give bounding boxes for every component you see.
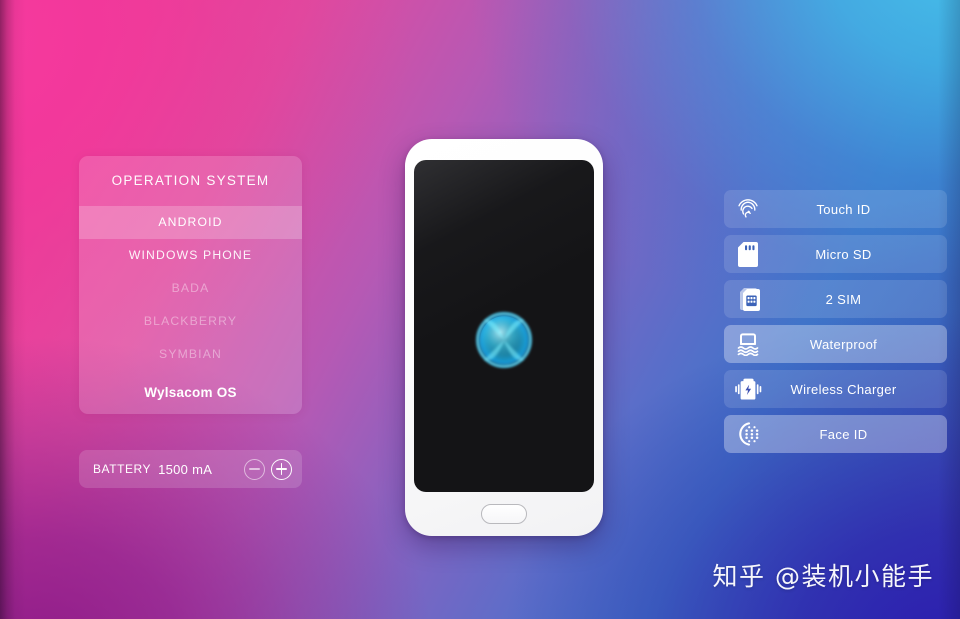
home-button-icon[interactable]: [481, 504, 527, 524]
feature-row-face-id[interactable]: Face ID: [724, 415, 947, 453]
wireless-charger-icon: [726, 370, 770, 408]
os-option-windows-phone[interactable]: WINDOWS PHONE: [79, 239, 302, 272]
battery-stepper-group: [244, 458, 292, 480]
feature-row-2-sim[interactable]: 2 SIM: [724, 280, 947, 318]
feature-label-wireless-charger: Wireless Charger: [790, 381, 897, 397]
blue-orb-icon: [476, 312, 532, 368]
feature-label-micro-sd: Micro SD: [815, 246, 872, 262]
operation-system-panel: OPERATION SYSTEM ANDROID WINDOWS PHONE B…: [79, 156, 302, 414]
feature-label-face-id: Face ID: [819, 426, 868, 442]
minus-circle-icon[interactable]: [244, 458, 265, 480]
os-option-symbian[interactable]: SYMBIAN: [79, 338, 302, 371]
operation-system-title: OPERATION SYSTEM: [111, 173, 270, 188]
app-root: OPERATION SYSTEM ANDROID WINDOWS PHONE B…: [0, 0, 960, 619]
waterproof-icon: [726, 325, 770, 363]
os-option-blackberry[interactable]: BLACKBERRY: [79, 305, 302, 338]
feature-label-touch-id: Touch ID: [816, 201, 871, 217]
feature-row-touch-id[interactable]: Touch ID: [724, 190, 947, 228]
battery-label: BATTERY: [93, 462, 152, 476]
sd-card-icon: [726, 235, 770, 273]
plus-circle-icon[interactable]: [271, 458, 292, 480]
phone-mockup: [405, 139, 603, 536]
battery-panel: BATTERY 1500 mA: [79, 450, 302, 488]
os-option-wylsacom-os[interactable]: Wylsacom OS: [79, 376, 302, 409]
battery-value: 1500 mA: [158, 461, 213, 477]
feature-label-waterproof: Waterproof: [809, 336, 878, 352]
fingerprint-icon: [726, 190, 770, 228]
feature-row-wireless-charger[interactable]: Wireless Charger: [724, 370, 947, 408]
feature-row-micro-sd[interactable]: Micro SD: [724, 235, 947, 273]
watermark-text: 知乎 @装机小能手: [712, 562, 934, 591]
os-option-android[interactable]: ANDROID: [79, 206, 302, 239]
feature-label-2-sim: 2 SIM: [825, 291, 862, 307]
face-id-icon: [726, 415, 770, 453]
feature-row-waterproof[interactable]: Waterproof: [724, 325, 947, 363]
feature-list: Touch ID Micro SD 2 SIM Waterproof Wirel…: [724, 190, 947, 460]
sim-card-icon: [726, 280, 770, 318]
phone-screen[interactable]: [414, 160, 594, 492]
os-option-bada[interactable]: BADA: [79, 272, 302, 305]
